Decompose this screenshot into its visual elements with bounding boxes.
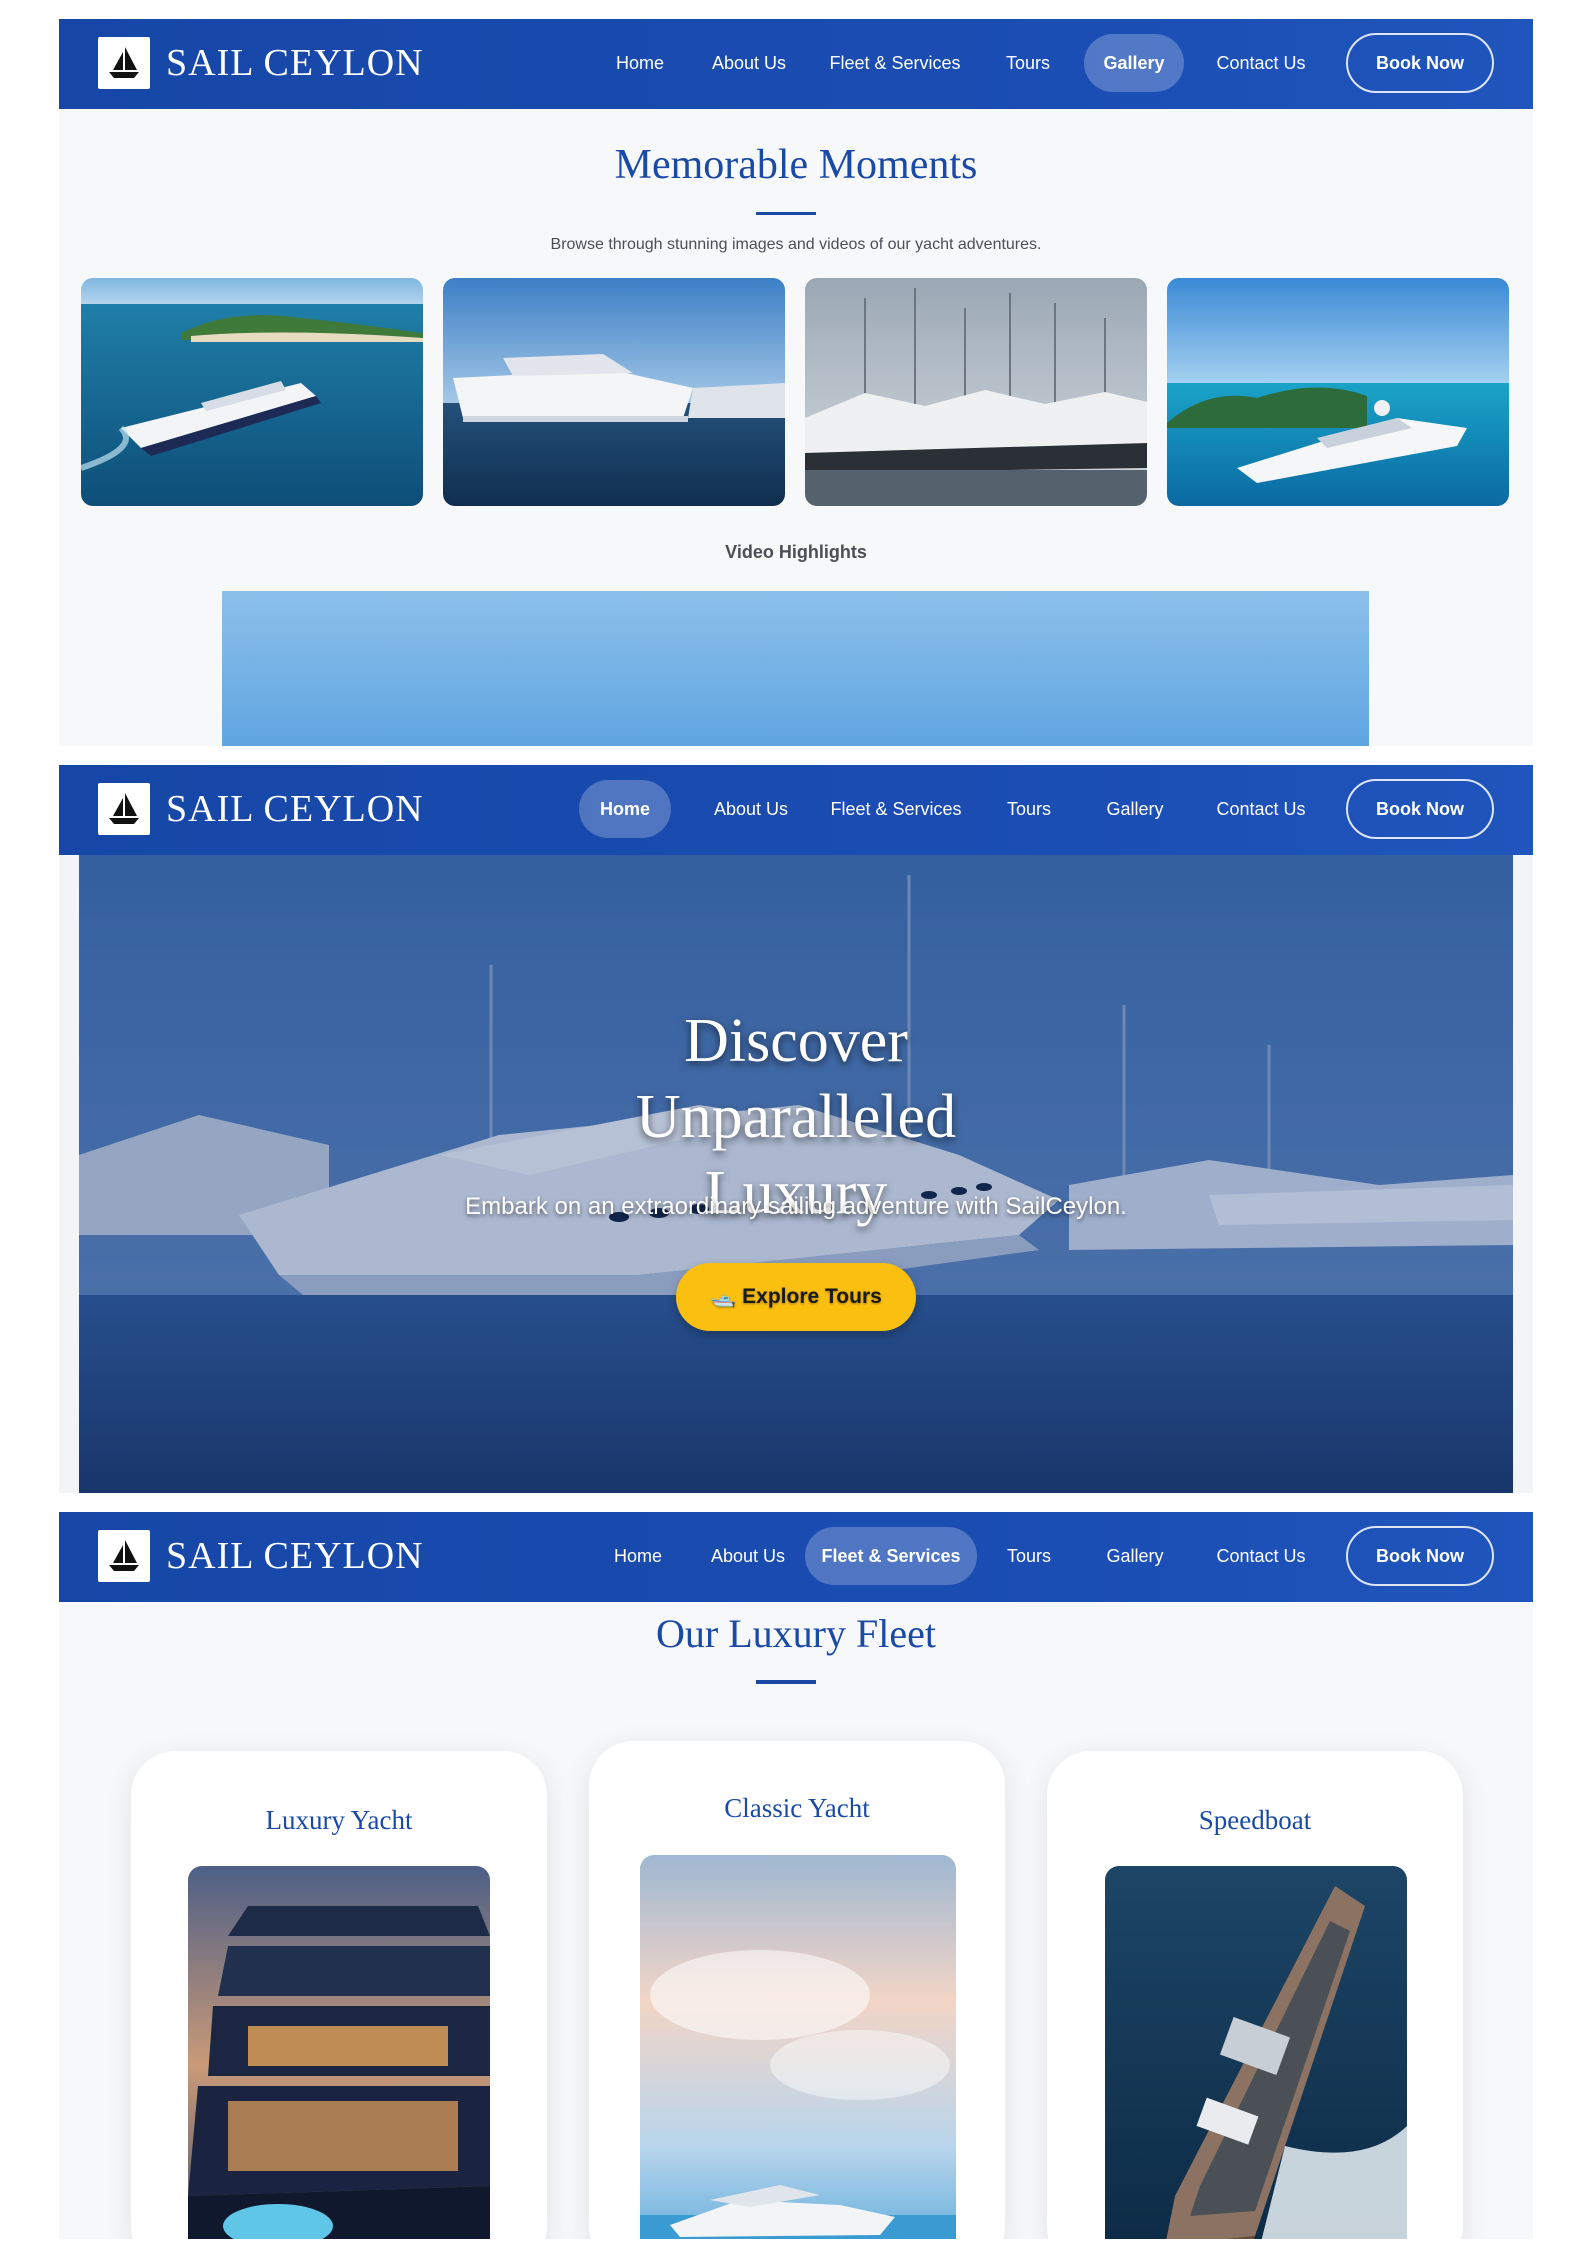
nav-gallery[interactable]: Gallery — [1085, 1527, 1185, 1585]
nav-gallery[interactable]: Gallery — [1084, 34, 1184, 92]
speedboat-icon: 🛥️ — [710, 1285, 737, 1308]
navbar: SAIL CEYLON Home About Us Fleet & Servic… — [59, 765, 1533, 855]
nav-about-us[interactable]: About Us — [696, 780, 806, 838]
fleet-title: Our Luxury Fleet — [656, 1611, 936, 1656]
video-highlights-title: Video Highlights — [725, 542, 867, 562]
nav-home[interactable]: Home — [579, 780, 671, 838]
title-underline — [756, 1680, 816, 1684]
gallery-image[interactable] — [1167, 278, 1509, 506]
brand[interactable]: SAIL CEYLON — [98, 1530, 424, 1582]
fleet-card-image — [640, 1855, 956, 2239]
sailboat-icon — [98, 37, 150, 89]
fleet-card-luxury-yacht[interactable]: Luxury Yacht — [131, 1751, 547, 2239]
nav-about-us[interactable]: About Us — [694, 34, 804, 92]
nav-tours[interactable]: Tours — [984, 1527, 1074, 1585]
fleet-screen: SAIL CEYLON Home About Us Fleet & Servic… — [59, 1512, 1533, 2239]
nav-fleet-services[interactable]: Fleet & Services — [809, 34, 981, 92]
gallery-image[interactable] — [443, 278, 785, 506]
nav-about-us[interactable]: About Us — [693, 1527, 803, 1585]
brand-name: SAIL CEYLON — [166, 1535, 424, 1577]
nav-home[interactable]: Home — [588, 1527, 688, 1585]
gallery-subtitle: Browse through stunning images and video… — [550, 236, 1042, 253]
brand[interactable]: SAIL CEYLON — [98, 37, 424, 89]
fleet-card-title: Luxury Yacht — [265, 1805, 413, 1835]
explore-tours-label: Explore Tours — [742, 1285, 882, 1308]
gallery-title: Memorable Moments — [614, 142, 978, 188]
nav-home[interactable]: Home — [590, 34, 690, 92]
nav-gallery[interactable]: Gallery — [1085, 780, 1185, 838]
brand-name: SAIL CEYLON — [166, 42, 424, 84]
nav-fleet-services[interactable]: Fleet & Services — [810, 780, 982, 838]
fleet-card-classic-yacht[interactable]: Classic Yacht — [589, 1741, 1005, 2239]
explore-tours-button[interactable]: 🛥️ Explore Tours — [676, 1263, 916, 1331]
book-now-button[interactable]: Book Now — [1346, 779, 1494, 839]
fleet-card-title: Speedboat — [1198, 1805, 1312, 1835]
title-underline — [756, 212, 816, 215]
nav-contact-us[interactable]: Contact Us — [1197, 780, 1325, 838]
nav-contact-us[interactable]: Contact Us — [1197, 1527, 1325, 1585]
navbar: SAIL CEYLON Home About Us Fleet & Servic… — [59, 19, 1533, 109]
nav-tours[interactable]: Tours — [983, 34, 1073, 92]
navbar: SAIL CEYLON Home About Us Fleet & Servic… — [59, 1512, 1533, 1602]
brand-name: SAIL CEYLON — [166, 788, 424, 830]
book-now-button[interactable]: Book Now — [1346, 33, 1494, 93]
gallery-image[interactable] — [81, 278, 423, 506]
home-screen: Discover Unparalleled Luxury Embark on a… — [59, 765, 1533, 1493]
fleet-card-speedboat[interactable]: Speedboat — [1047, 1751, 1463, 2239]
fleet-card-image — [1105, 1866, 1407, 2239]
nav-contact-us[interactable]: Contact Us — [1197, 34, 1325, 92]
sailboat-icon — [98, 783, 150, 835]
nav-tours[interactable]: Tours — [984, 780, 1074, 838]
nav-fleet-services[interactable]: Fleet & Services — [805, 1527, 977, 1585]
fleet-card-title: Classic Yacht — [724, 1793, 870, 1823]
book-now-button[interactable]: Book Now — [1346, 1526, 1494, 1586]
gallery-image[interactable] — [805, 278, 1147, 506]
hero-subtitle: Embark on an extraordinary sailing adven… — [465, 1193, 1127, 1220]
gallery-screen: SAIL CEYLON Home About Us Fleet & Servic… — [59, 19, 1533, 746]
hero-banner: Discover Unparalleled Luxury Embark on a… — [79, 855, 1513, 1493]
sailboat-icon — [98, 1530, 150, 1582]
brand[interactable]: SAIL CEYLON — [98, 783, 424, 835]
fleet-card-image — [188, 1866, 490, 2239]
video-player[interactable] — [222, 591, 1369, 746]
